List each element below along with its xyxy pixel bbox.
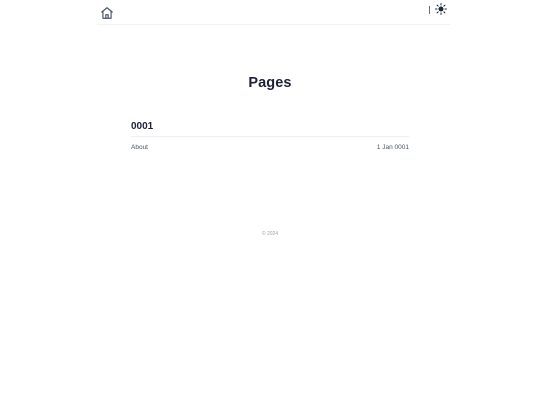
entry-date: 1 Jan 0001	[376, 143, 409, 151]
year-section: 0001 About 1 Jan 0001	[131, 120, 409, 153]
sun-icon	[435, 3, 447, 15]
list-item: About 1 Jan 0001	[131, 141, 409, 153]
theme-toggle-button[interactable]	[435, 3, 447, 15]
header-divider	[429, 6, 430, 14]
home-link[interactable]	[100, 6, 114, 20]
page-title: Pages	[248, 75, 292, 91]
section-heading-year: 0001	[131, 120, 409, 137]
copyright-text: © 2024	[261, 231, 279, 237]
site-header	[97, 0, 450, 25]
home-icon	[101, 7, 113, 19]
entry-link-about[interactable]: About	[131, 144, 148, 151]
site-footer: © 2024	[0, 231, 540, 237]
